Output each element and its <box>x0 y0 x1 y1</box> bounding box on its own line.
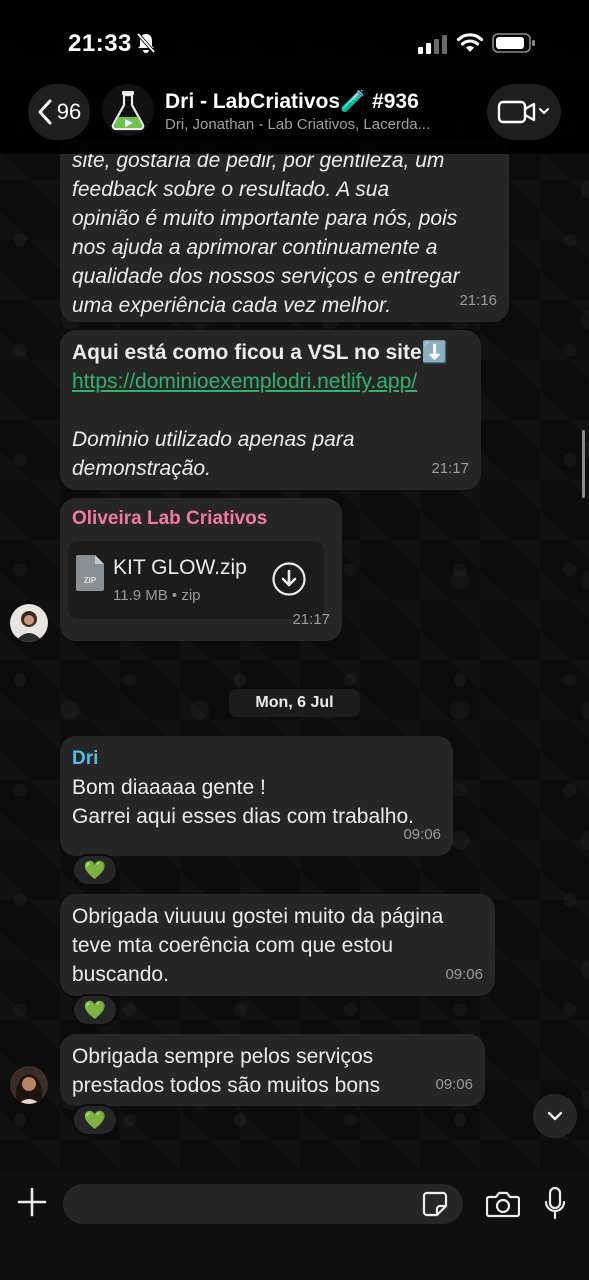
message-time: 21:17 <box>431 460 469 477</box>
zip-file-icon: ZIP <box>76 555 104 591</box>
message-text: Bom diaaaaa gente ! <box>72 776 266 799</box>
scroll-to-bottom-button[interactable] <box>533 1094 577 1138</box>
message-text: Obrigada viuuuu gostei muito da página <box>72 905 444 928</box>
message-text: Garrei aqui esses dias com trabalho. <box>72 805 414 828</box>
reaction-badge[interactable]: 💚 <box>72 994 118 1026</box>
scrollbar[interactable] <box>582 430 585 498</box>
message-text: prestados todos são muitos bons <box>72 1074 381 1097</box>
chat-participants[interactable]: Dri, Jonathan - Lab Criativos, Lacerda..… <box>165 116 465 133</box>
message-link[interactable]: https://dominioexemplodri.netlify.app/ <box>72 367 469 396</box>
camera-icon[interactable] <box>486 1190 520 1218</box>
message-time: 09:06 <box>445 966 483 983</box>
message-text: Obrigada sempre pelos serviços <box>72 1045 374 1068</box>
cellular-signal-icon <box>418 35 447 54</box>
group-avatar[interactable] <box>102 84 154 136</box>
sticker-icon[interactable] <box>422 1191 448 1217</box>
message-text: site, gostaria de pedir, por gentileza, … <box>72 149 460 317</box>
video-camera-icon <box>497 100 549 124</box>
message-heading: Aqui está como ficou a VSL no site⬇️ <box>72 341 448 364</box>
unread-count: 96 <box>56 99 82 124</box>
download-icon[interactable] <box>271 561 307 597</box>
message-time: 09:06 <box>435 1076 473 1093</box>
sender-name: Dri <box>72 748 99 769</box>
chat-title[interactable]: Dri - LabCriativos🧪 #936 <box>165 90 419 114</box>
message-bubble[interactable]: site, gostaria de pedir, por gentileza, … <box>60 138 509 322</box>
chevron-down-icon <box>547 1111 563 1121</box>
svg-text:ZIP: ZIP <box>84 576 96 585</box>
message-note: demonstração. <box>72 457 211 480</box>
message-text: teve mta coerência com que estou <box>72 934 394 957</box>
sender-avatar[interactable] <box>10 1066 48 1104</box>
message-text: buscando. <box>72 963 169 986</box>
muted-bell-icon <box>136 32 156 54</box>
test-tube-emoji: 🧪 <box>340 90 367 113</box>
file-meta: 11.9 MB • zip <box>113 587 201 604</box>
video-call-button[interactable] <box>487 84 561 140</box>
message-bubble[interactable]: Aqui está como ficou a VSL no site⬇️ htt… <box>60 330 481 490</box>
file-name: KIT GLOW.zip <box>113 556 247 579</box>
message-input[interactable] <box>63 1184 463 1224</box>
document-message-bubble[interactable]: Oliveira Lab Criativos ZIP KIT GLOW.zip … <box>60 498 342 641</box>
message-note: Dominio utilizado apenas para <box>72 428 355 451</box>
message-bubble[interactable]: Obrigada viuuuu gostei muito da página t… <box>60 894 495 996</box>
battery-icon <box>492 33 535 53</box>
back-button[interactable]: 96 <box>28 84 90 140</box>
message-bubble[interactable]: Obrigada sempre pelos serviços prestados… <box>60 1034 485 1106</box>
plus-icon[interactable] <box>14 1184 50 1220</box>
status-bar: 21:33 <box>0 0 589 80</box>
reaction-badge[interactable]: 💚 <box>72 854 118 886</box>
flask-logo-icon <box>111 91 145 131</box>
document-attachment[interactable]: ZIP KIT GLOW.zip 11.9 MB • zip <box>68 541 324 619</box>
composer-bar <box>0 1170 589 1280</box>
message-time: 09:06 <box>403 826 441 843</box>
sender-name: Oliveira Lab Criativos <box>72 508 268 529</box>
status-time: 21:33 <box>68 30 132 57</box>
chevron-left-icon <box>38 99 52 125</box>
microphone-icon[interactable] <box>543 1186 567 1222</box>
reaction-badge[interactable]: 💚 <box>72 1104 118 1136</box>
date-separator: Mon, 6 Jul <box>229 689 360 717</box>
wifi-icon <box>456 33 484 52</box>
message-time: 21:17 <box>292 611 330 628</box>
chat-header: 96 Dri - LabCriativos🧪 #936 Dri, Jonatha… <box>0 80 589 154</box>
message-bubble[interactable]: Dri Bom diaaaaa gente ! Garrei aqui esse… <box>60 736 453 856</box>
message-list[interactable]: site, gostaria de pedir, por gentileza, … <box>0 0 589 1280</box>
message-time: 21:16 <box>459 292 497 309</box>
sender-avatar[interactable] <box>10 604 48 642</box>
